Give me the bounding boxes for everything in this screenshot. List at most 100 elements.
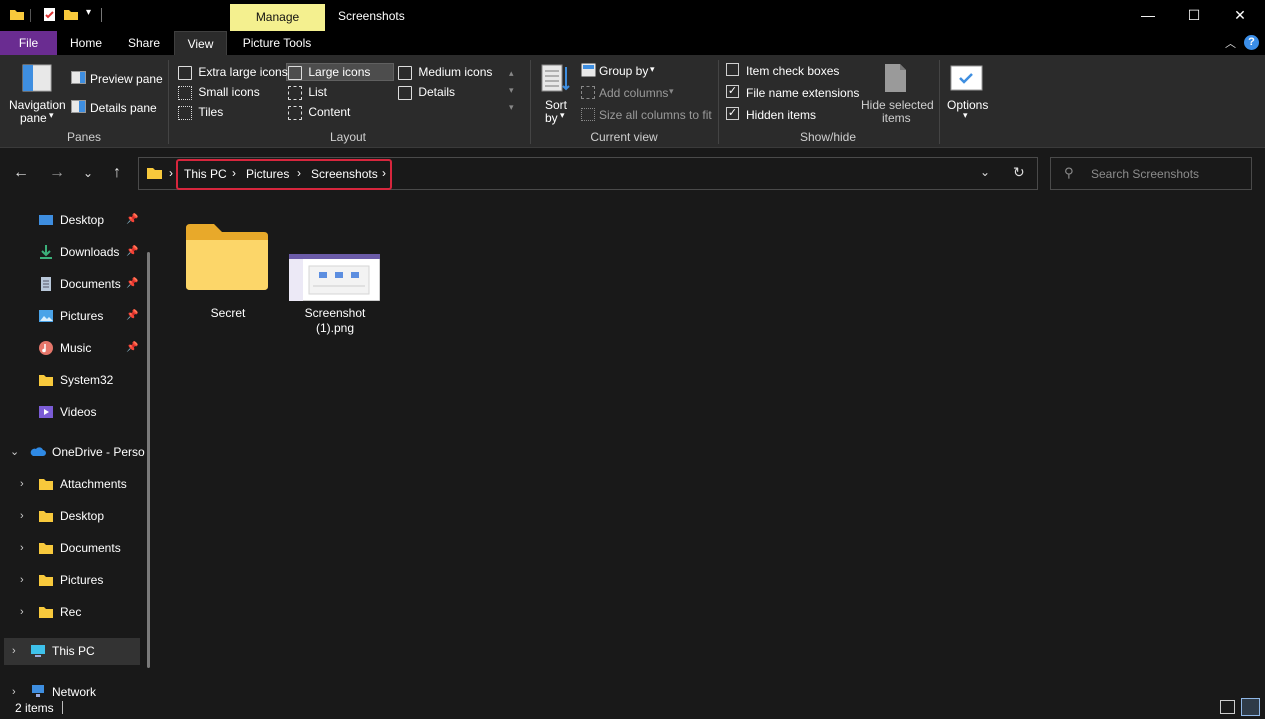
breadcrumb-separator-icon[interactable]: › xyxy=(232,166,236,180)
sort-label-2[interactable]: by xyxy=(545,111,558,125)
details-pane-button[interactable]: Details pane xyxy=(90,101,157,115)
chevron-right-icon[interactable]: › xyxy=(20,503,24,529)
hide-selected-label-2[interactable]: items xyxy=(882,111,911,125)
sidebar-item-onedrive-pictures[interactable]: › Pictures xyxy=(0,567,146,593)
chevron-down-icon[interactable]: ⌄ xyxy=(10,439,19,465)
manage-tab[interactable]: Manage xyxy=(230,4,325,31)
sidebar-item-this-pc[interactable]: › This PC xyxy=(4,638,140,665)
sidebar-item-onedrive-desktop[interactable]: › Desktop xyxy=(0,503,146,529)
small-icons-icon xyxy=(178,85,192,100)
recent-locations-icon[interactable]: ⌄ xyxy=(78,163,98,183)
panes-group-label: Panes xyxy=(66,130,102,144)
small-icons-item[interactable]: Small icons xyxy=(178,85,260,100)
sidebar-item-onedrive[interactable]: ⌄ OneDrive - Perso xyxy=(0,439,146,465)
navigation-pane-label-2[interactable]: pane xyxy=(20,111,47,125)
sidebar-item-attachments[interactable]: › Attachments xyxy=(0,471,146,497)
add-columns-button: Add columns xyxy=(599,86,669,100)
hidden-items-label[interactable]: Hidden items xyxy=(746,108,816,122)
tab-file[interactable]: File xyxy=(0,31,57,55)
chevron-down-icon[interactable]: ▾ xyxy=(963,110,968,121)
options-icon[interactable] xyxy=(950,63,983,93)
breadcrumb-separator-icon[interactable]: › xyxy=(382,166,386,180)
sidebar-item-documents[interactable]: Documents 📌 xyxy=(0,271,146,297)
navigation-scrollbar[interactable] xyxy=(147,252,150,668)
file-name-extensions-checkbox[interactable]: ✓ xyxy=(726,85,739,98)
downloads-icon xyxy=(40,245,52,259)
tab-home[interactable]: Home xyxy=(62,31,110,55)
chevron-right-icon[interactable]: › xyxy=(20,599,24,625)
large-icons-view-icon[interactable] xyxy=(1241,698,1260,716)
size-all-columns-button: Size all columns to fit xyxy=(599,108,712,122)
chevron-down-icon[interactable]: ▾ xyxy=(650,64,655,75)
maximize-button[interactable]: ☐ xyxy=(1171,0,1217,31)
sort-by-icon[interactable] xyxy=(541,63,571,93)
sidebar-item-network[interactable]: › Network xyxy=(0,679,146,697)
folder-icon xyxy=(39,375,53,386)
breadcrumb-pictures[interactable]: Pictures xyxy=(246,167,289,181)
medium-icons-item[interactable]: Medium icons xyxy=(398,65,492,80)
sidebar-item-music[interactable]: Music 📌 xyxy=(0,335,146,361)
large-icons-icon xyxy=(288,65,302,80)
up-icon[interactable]: ↑ xyxy=(107,163,127,183)
extra-large-icons-item[interactable]: Extra large icons xyxy=(178,65,288,80)
file-name-extensions-label[interactable]: File name extensions xyxy=(746,86,859,100)
details-icon xyxy=(398,85,412,100)
hide-selected-label[interactable]: Hide selected xyxy=(861,98,934,112)
hide-selected-icon[interactable] xyxy=(883,63,908,93)
sidebar-item-videos[interactable]: Videos xyxy=(0,399,146,425)
chevron-down-icon[interactable]: ▾ xyxy=(560,110,565,121)
address-dropdown-icon[interactable]: ⌄ xyxy=(980,165,990,179)
help-icon[interactable]: ? xyxy=(1244,35,1259,50)
details-view-icon[interactable] xyxy=(1220,700,1235,714)
folder-icon xyxy=(147,168,162,179)
group-by-button[interactable]: Group by xyxy=(599,64,648,78)
show-hide-group-label: Show/hide xyxy=(799,130,857,144)
minimize-button[interactable]: — xyxy=(1125,0,1171,31)
list-item[interactable]: List xyxy=(288,85,327,100)
quick-access-dropdown-icon[interactable]: ▾ xyxy=(86,7,91,18)
navigation-pane-label[interactable]: Navigation xyxy=(9,98,66,112)
refresh-icon[interactable]: ↻ xyxy=(1013,164,1025,181)
close-button[interactable]: ✕ xyxy=(1217,0,1263,31)
documents-icon xyxy=(41,277,51,291)
chevron-right-icon[interactable]: › xyxy=(12,638,16,664)
breadcrumb-separator-icon[interactable]: › xyxy=(169,166,173,180)
tab-picture-tools[interactable]: Picture Tools xyxy=(232,31,322,55)
breadcrumb-separator-icon[interactable]: › xyxy=(297,166,301,180)
breadcrumb-this-pc[interactable]: This PC xyxy=(184,167,227,181)
details-pane-icon[interactable] xyxy=(71,100,86,113)
sidebar-item-desktop[interactable]: Desktop 📌 xyxy=(0,207,146,233)
preview-pane-icon[interactable] xyxy=(71,71,86,84)
pictures-icon xyxy=(39,310,53,322)
chevron-right-icon[interactable]: › xyxy=(20,535,24,561)
content-item[interactable]: Content xyxy=(288,105,350,120)
breadcrumb-screenshots[interactable]: Screenshots xyxy=(311,167,378,181)
back-icon[interactable]: ← xyxy=(11,163,31,183)
chevron-right-icon[interactable]: › xyxy=(12,679,16,697)
group-by-icon[interactable] xyxy=(581,63,596,77)
new-folder-icon[interactable] xyxy=(63,7,79,22)
item-check-boxes-label[interactable]: Item check boxes xyxy=(746,64,839,78)
sidebar-item-onedrive-documents[interactable]: › Documents xyxy=(0,535,146,561)
chevron-right-icon[interactable]: › xyxy=(20,471,24,497)
large-icons-item[interactable]: Large icons xyxy=(288,65,370,80)
file-item-label: Screenshot xyxy=(304,306,366,320)
sidebar-item-rec[interactable]: › Rec xyxy=(0,599,146,625)
navigation-pane-icon[interactable] xyxy=(22,64,52,92)
sidebar-item-system32[interactable]: System32 xyxy=(0,367,146,393)
tab-view[interactable]: View xyxy=(174,31,227,55)
sidebar-item-pictures[interactable]: Pictures 📌 xyxy=(0,303,146,329)
layout-scroll[interactable]: ▴ ▾ ▾ xyxy=(509,65,514,116)
chevron-right-icon[interactable]: › xyxy=(20,567,24,593)
collapse-ribbon-icon[interactable]: ︿ xyxy=(1225,35,1236,51)
chevron-down-icon[interactable]: ▾ xyxy=(49,110,54,121)
sidebar-item-downloads[interactable]: Downloads 📌 xyxy=(0,239,146,265)
tiles-item[interactable]: Tiles xyxy=(178,105,223,120)
preview-pane-button[interactable]: Preview pane xyxy=(90,72,163,86)
tab-share[interactable]: Share xyxy=(120,31,168,55)
properties-icon[interactable] xyxy=(42,7,58,22)
hidden-items-checkbox[interactable]: ✓ xyxy=(726,107,739,120)
details-item[interactable]: Details xyxy=(398,85,455,100)
forward-icon[interactable]: → xyxy=(47,163,67,183)
item-check-boxes-checkbox[interactable] xyxy=(726,63,739,76)
